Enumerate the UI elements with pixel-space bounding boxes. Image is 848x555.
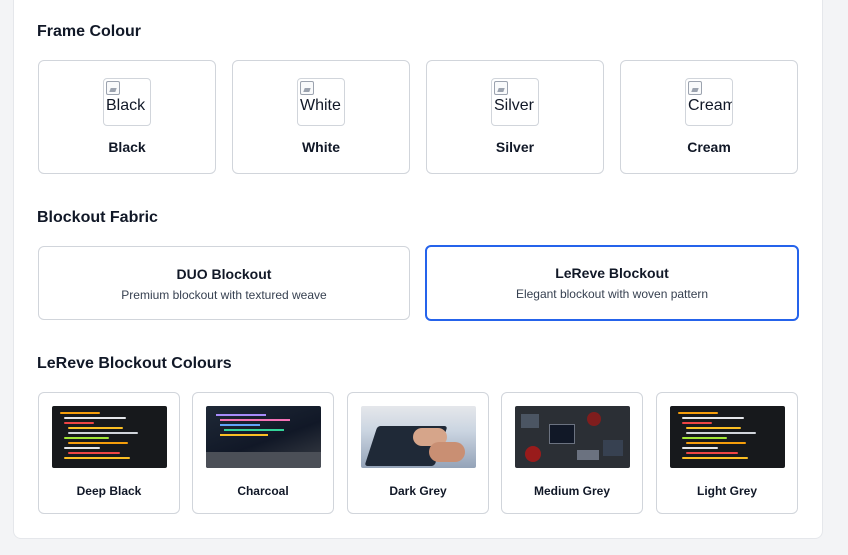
frame-option-label: Silver xyxy=(495,139,535,155)
colour-option-dark-grey[interactable]: Dark Grey xyxy=(347,392,489,514)
blockout-colours-title: LeReve Blockout Colours xyxy=(37,355,232,372)
broken-image-icon xyxy=(494,81,508,95)
fabric-option-name: DUO Blockout xyxy=(176,266,272,282)
colour-option-label: Light Grey xyxy=(696,484,757,498)
frame-option-cream[interactable]: Cream Cream xyxy=(620,60,798,174)
colour-option-deep-black[interactable]: Deep Black xyxy=(38,392,180,514)
laptop-code-image xyxy=(206,406,321,468)
frame-swatch-image: Cream xyxy=(685,78,733,126)
frame-swatch-image: Black xyxy=(103,78,151,126)
blockout-fabric-title: Blockout Fabric xyxy=(37,209,158,226)
broken-image-icon xyxy=(688,81,702,95)
frame-option-silver[interactable]: Silver Silver xyxy=(426,60,604,174)
colour-option-medium-grey[interactable]: Medium Grey xyxy=(501,392,643,514)
frame-option-label: White xyxy=(301,139,341,155)
fabric-option-description: Elegant blockout with woven pattern xyxy=(515,287,709,301)
typing-hands-image xyxy=(361,406,476,468)
swatch-alt-text: White xyxy=(300,97,341,114)
code-screen-image xyxy=(52,406,167,468)
fabric-option-name: LeReve Blockout xyxy=(555,265,669,281)
fabric-option-lereve[interactable]: LeReve Blockout Elegant blockout with wo… xyxy=(425,245,799,321)
broken-image-icon xyxy=(300,81,314,95)
colour-option-charcoal[interactable]: Charcoal xyxy=(192,392,334,514)
colour-option-light-grey[interactable]: Light Grey xyxy=(656,392,798,514)
colour-option-label: Dark Grey xyxy=(389,484,447,498)
frame-colour-title: Frame Colour xyxy=(37,23,142,40)
broken-image-icon xyxy=(106,81,120,95)
colour-option-label: Charcoal xyxy=(237,484,289,498)
colour-option-label: Medium Grey xyxy=(533,484,611,498)
swatch-alt-text: Black xyxy=(106,97,146,114)
swatch-alt-text: Cream xyxy=(688,97,733,114)
colour-option-label: Deep Black xyxy=(76,484,142,498)
frame-swatch-image: Silver xyxy=(491,78,539,126)
swatch-alt-text: Silver xyxy=(494,97,535,114)
frame-swatch-image: White xyxy=(297,78,345,126)
code-screen-image xyxy=(670,406,785,468)
frame-option-label: Black xyxy=(108,139,146,155)
fabric-option-duo[interactable]: DUO Blockout Premium blockout with textu… xyxy=(38,246,410,320)
frame-option-label: Cream xyxy=(687,139,731,155)
frame-option-black[interactable]: Black Black xyxy=(38,60,216,174)
fabric-option-description: Premium blockout with textured weave xyxy=(121,288,327,302)
circuit-board-image xyxy=(515,406,630,468)
frame-option-white[interactable]: White White xyxy=(232,60,410,174)
